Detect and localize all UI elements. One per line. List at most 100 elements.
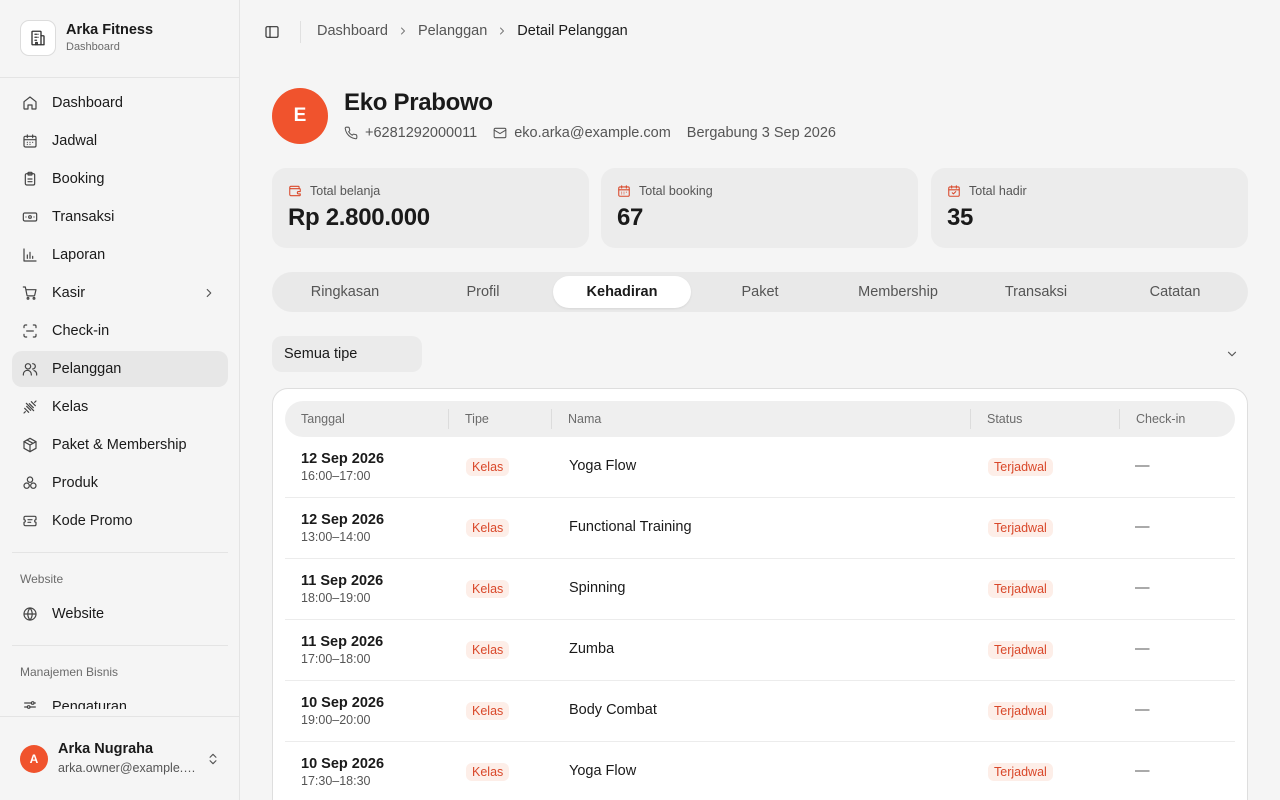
row-name: Body Combat — [569, 702, 657, 718]
mail-icon — [493, 126, 507, 140]
sidebar-item-label: Produk — [52, 475, 98, 491]
row-name: Zumba — [569, 641, 615, 657]
sidebar-toggle-icon[interactable] — [262, 22, 282, 42]
table-row[interactable]: 12 Sep 2026 16:00–17:00 Kelas Yoga Flow T… — [285, 437, 1235, 498]
type-badge: Kelas — [466, 580, 510, 598]
sidebar-item-label: Pengaturan — [52, 699, 127, 709]
table-row[interactable]: 11 Sep 2026 18:00–19:00 Kelas Spinning Te… — [285, 559, 1235, 620]
column-header-nama: Nama — [568, 412, 602, 426]
status-badge: Terjadwal — [988, 519, 1053, 537]
customer-phone-text: +6281292000011 — [365, 125, 478, 141]
stat-label: Total hadir — [969, 184, 1027, 198]
status-badge: Terjadwal — [988, 702, 1053, 720]
user-menu[interactable]: A Arka Nugraha arka.owner@example.com — [0, 716, 239, 800]
tab-ringkasan[interactable]: Ringkasan — [276, 276, 414, 308]
wallet-icon — [288, 184, 302, 198]
sidebar-item-website[interactable]: Website — [12, 596, 228, 632]
tab-profil[interactable]: Profil — [414, 276, 552, 308]
customer-name: Eko Prabowo — [344, 89, 493, 116]
sidebar-item-pengaturan[interactable]: Pengaturan — [12, 689, 228, 709]
customer-email: eko.arka@example.com — [493, 125, 671, 141]
column-divider — [970, 409, 971, 429]
sidebar-item-pelanggan[interactable]: Pelanggan — [12, 351, 228, 387]
sidebar-item-label: Kelas — [52, 399, 89, 415]
scan-icon — [22, 323, 38, 339]
sidebar-item-paket-membership[interactable]: Paket & Membership — [12, 427, 228, 463]
sidebar-item-produk[interactable]: Produk — [12, 465, 228, 501]
sidebar-nav-business: Pengaturan — [12, 689, 228, 709]
sidebar-item-label: Jadwal — [52, 133, 98, 149]
table-header: Tanggal Tipe Nama Status Check-in — [285, 401, 1235, 437]
table-row[interactable]: 10 Sep 2026 17:30–18:30 Kelas Yoga Flow T… — [285, 742, 1235, 800]
breadcrumb: Dashboard Pelanggan Detail Pelanggan — [317, 23, 628, 39]
stat-total-booking: Total booking 67 — [601, 168, 918, 248]
sidebar-item-kelas[interactable]: Kelas — [12, 389, 228, 425]
type-badge: Kelas — [466, 763, 510, 781]
stat-value: Rp 2.800.000 — [288, 204, 430, 231]
stat-value: 67 — [617, 204, 644, 231]
calendar-icon — [22, 133, 38, 149]
type-filter-select[interactable]: Semua tipe — [272, 336, 422, 372]
column-header-status: Status — [987, 412, 1023, 426]
brand-name: Arka Fitness — [66, 22, 154, 38]
section-label-manajemen-bisnis: Manajemen Bisnis — [20, 665, 119, 679]
boxes-icon — [22, 475, 38, 491]
bar-chart-icon — [22, 247, 38, 263]
sidebar-item-label: Website — [52, 606, 105, 622]
sidebar-item-jadwal[interactable]: Jadwal — [12, 123, 228, 159]
sidebar-item-label: Kasir — [52, 285, 86, 301]
sidebar-divider — [0, 77, 239, 78]
sidebar-item-label: Booking — [52, 171, 105, 187]
status-badge: Terjadwal — [988, 580, 1053, 598]
tab-catatan[interactable]: Catatan — [1106, 276, 1244, 308]
chevron-down-icon[interactable] — [1225, 347, 1239, 361]
sidebar-divider — [12, 552, 228, 553]
sidebar-nav-website: Website — [12, 596, 228, 634]
type-badge: Kelas — [466, 519, 510, 537]
status-badge: Terjadwal — [988, 641, 1053, 659]
row-date: 10 Sep 2026 — [301, 756, 385, 772]
sidebar-item-booking[interactable]: Booking — [12, 161, 228, 197]
tab-membership[interactable]: Membership — [829, 276, 967, 308]
stat-total-belanja: Total belanja Rp 2.800.000 — [272, 168, 589, 248]
row-date: 12 Sep 2026 — [301, 451, 385, 467]
breadcrumb-dashboard[interactable]: Dashboard — [317, 23, 388, 39]
tab-bar: Ringkasan Profil Kehadiran Paket Members… — [272, 272, 1248, 312]
banknote-icon — [22, 209, 38, 225]
row-name: Yoga Flow — [569, 458, 637, 474]
tab-transaksi[interactable]: Transaksi — [967, 276, 1105, 308]
attendance-table: Tanggal Tipe Nama Status Check-in 12 Sep… — [272, 388, 1248, 800]
row-time: 16:00–17:00 — [301, 469, 371, 483]
row-check-in: — — [1135, 702, 1150, 718]
sidebar-item-kode-promo[interactable]: Kode Promo — [12, 503, 228, 539]
topbar-divider — [300, 21, 301, 43]
row-name: Spinning — [569, 580, 626, 596]
tab-paket[interactable]: Paket — [691, 276, 829, 308]
column-divider — [1119, 409, 1120, 429]
sidebar-nav: Dashboard Jadwal Booking Transaksi Lapor… — [12, 85, 228, 541]
table-row[interactable]: 10 Sep 2026 19:00–20:00 Kelas Body Combat… — [285, 681, 1235, 742]
customer-email-text: eko.arka@example.com — [514, 125, 671, 141]
sidebar-item-dashboard[interactable]: Dashboard — [12, 85, 228, 121]
column-header-tipe: Tipe — [465, 412, 489, 426]
column-divider — [551, 409, 552, 429]
customer-meta: +6281292000011 eko.arka@example.com Berg… — [344, 125, 852, 141]
settings-icon — [22, 699, 38, 709]
sidebar-divider — [12, 645, 228, 646]
tab-kehadiran[interactable]: Kehadiran — [553, 276, 691, 308]
table-row[interactable]: 12 Sep 2026 13:00–14:00 Kelas Functional … — [285, 498, 1235, 559]
brand[interactable]: Arka Fitness Dashboard — [20, 20, 153, 56]
sidebar-item-kasir[interactable]: Kasir — [12, 275, 228, 311]
sidebar-item-laporan[interactable]: Laporan — [12, 237, 228, 273]
calendar-icon — [617, 184, 631, 198]
table-row[interactable]: 11 Sep 2026 17:00–18:00 Kelas Zumba Terja… — [285, 620, 1235, 681]
row-check-in: — — [1135, 519, 1150, 535]
cart-icon — [22, 285, 38, 301]
sidebar-item-label: Kode Promo — [52, 513, 133, 529]
sidebar-item-transaksi[interactable]: Transaksi — [12, 199, 228, 235]
sidebar-item-check-in[interactable]: Check-in — [12, 313, 228, 349]
dumbbell-icon — [22, 399, 38, 415]
section-label-website: Website — [20, 572, 64, 586]
sidebar-item-label: Transaksi — [52, 209, 115, 225]
breadcrumb-pelanggan[interactable]: Pelanggan — [418, 23, 487, 39]
